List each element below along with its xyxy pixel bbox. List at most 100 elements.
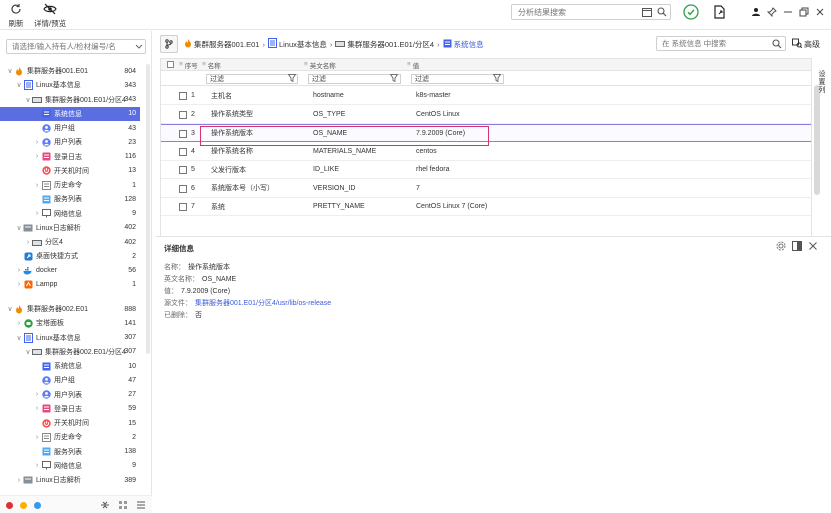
- row-checkbox[interactable]: [179, 110, 187, 119]
- chevron-down-icon[interactable]: ∨: [6, 305, 14, 313]
- close-icon[interactable]: [812, 4, 828, 20]
- breadcrumb-item-partition[interactable]: 集群服务器001.E01/分区4: [347, 39, 434, 50]
- row-checkbox[interactable]: [179, 184, 187, 193]
- close-icon[interactable]: [808, 241, 818, 253]
- refresh-button[interactable]: 刷新: [8, 2, 24, 29]
- tree-item[interactable]: 系统信息 10: [0, 359, 140, 373]
- chevron-right-icon[interactable]: ›: [33, 153, 41, 160]
- tree-item[interactable]: 开关机时间 15: [0, 416, 140, 430]
- chevron-down-icon[interactable]: ∨: [6, 67, 14, 75]
- column-header-index[interactable]: ≡ 序号: [179, 59, 198, 70]
- row-checkbox[interactable]: [179, 166, 187, 174]
- chevron-down-icon[interactable]: ∨: [15, 334, 23, 342]
- chevron-down-icon[interactable]: ∨: [24, 96, 32, 104]
- column-header-en-name[interactable]: ≡ 英文名称: [304, 59, 336, 70]
- tree-item[interactable]: › 用户列表 27: [0, 388, 140, 402]
- tree-item[interactable]: › 用户列表 23: [0, 135, 140, 149]
- minimize-icon[interactable]: [780, 4, 796, 20]
- filter-value[interactable]: 过滤: [411, 74, 504, 84]
- list-view-icon[interactable]: [136, 500, 146, 512]
- filter-en-name[interactable]: 过滤: [308, 74, 401, 84]
- global-search-input[interactable]: [512, 5, 632, 19]
- export-icon[interactable]: [712, 4, 728, 20]
- chevron-right-icon[interactable]: ›: [33, 405, 41, 412]
- chevron-right-icon[interactable]: ›: [15, 320, 23, 327]
- tree-item[interactable]: ∨ Linux基本信息 343: [0, 78, 140, 92]
- chevron-down-icon[interactable]: ∨: [15, 81, 23, 89]
- red-dot-icon[interactable]: [6, 502, 13, 509]
- tree-item[interactable]: › 历史命令 1: [0, 178, 140, 192]
- table-row[interactable]: 7 系统 PRETTY_NAME CentOS Linux 7 (Core): [161, 198, 811, 216]
- select-all-checkbox[interactable]: [167, 59, 174, 70]
- grid-view-icon[interactable]: [118, 500, 128, 512]
- tree-item[interactable]: › 登录日志 116: [0, 150, 140, 164]
- tree-item[interactable]: 服务列表 138: [0, 445, 140, 459]
- chevron-down-icon[interactable]: ∨: [24, 348, 32, 356]
- tree-item[interactable]: ∨ 集群服务器002.E01 888: [0, 302, 140, 316]
- tree-item[interactable]: 开关机时间 13: [0, 164, 140, 178]
- tree-item[interactable]: ∨ Linux基本信息 307: [0, 331, 140, 345]
- column-header-name[interactable]: ≡ 名称: [202, 59, 221, 70]
- calendar-icon[interactable]: [642, 7, 653, 18]
- branch-icon[interactable]: [160, 35, 178, 53]
- filter-icon[interactable]: [389, 74, 399, 84]
- chevron-right-icon[interactable]: ›: [33, 139, 41, 146]
- tree-item[interactable]: 用户组 43: [0, 121, 140, 135]
- chevron-right-icon[interactable]: ›: [15, 477, 23, 484]
- column-header-value[interactable]: ≡ 值: [407, 59, 419, 70]
- collapse-icon[interactable]: [100, 500, 110, 512]
- table-search[interactable]: [656, 36, 786, 51]
- tree-item[interactable]: › 网络信息 9: [0, 459, 140, 473]
- tree-item[interactable]: 桌面快捷方式 2: [0, 249, 140, 263]
- search-icon[interactable]: [657, 7, 668, 18]
- search-icon[interactable]: [772, 39, 782, 51]
- sidebar-search[interactable]: [6, 39, 146, 54]
- tree-item[interactable]: › 网络信息 9: [0, 207, 140, 221]
- table-row[interactable]: 3 操作系统版本 OS_NAME 7.9.2009 (Core): [161, 124, 811, 142]
- yellow-dot-icon[interactable]: [20, 502, 27, 509]
- chevron-down-icon[interactable]: ∨: [15, 224, 23, 232]
- row-checkbox[interactable]: [179, 130, 187, 138]
- table-row[interactable]: 6 系统版本号（小写） VERSION_ID 7: [161, 180, 811, 198]
- filter-icon[interactable]: [287, 74, 297, 84]
- chevron-right-icon[interactable]: ›: [33, 462, 41, 469]
- tree-item[interactable]: › 登录日志 59: [0, 402, 140, 416]
- pin-icon[interactable]: [764, 4, 780, 20]
- table-row[interactable]: 5 父发行版本 ID_LIKE rhel fedora: [161, 161, 811, 179]
- row-checkbox[interactable]: [179, 92, 187, 100]
- chevron-right-icon[interactable]: ›: [33, 391, 41, 398]
- tree-item[interactable]: › 宝塔面板 141: [0, 316, 140, 330]
- tree-item[interactable]: › 分区4 402: [0, 235, 140, 249]
- tree-item[interactable]: 服务列表 128: [0, 192, 140, 206]
- chevron-right-icon[interactable]: ›: [33, 434, 41, 441]
- chevron-right-icon[interactable]: ›: [33, 182, 41, 189]
- table-search-input[interactable]: [657, 37, 765, 50]
- chevron-down-icon[interactable]: [135, 42, 143, 52]
- sidebar-search-input[interactable]: [7, 40, 127, 53]
- table-row[interactable]: 2 操作系统类型 OS_TYPE CentOS Linux: [161, 106, 811, 124]
- chevron-right-icon[interactable]: ›: [24, 239, 32, 246]
- blue-dot-icon[interactable]: [34, 502, 41, 509]
- breadcrumb-item-current[interactable]: 系统信息: [454, 39, 484, 50]
- breadcrumb-item-linux-info[interactable]: Linux基本信息: [279, 39, 327, 50]
- tree-item[interactable]: › 历史命令 2: [0, 430, 140, 444]
- tree-item[interactable]: ∨ 集群服务器001.E01 804: [0, 64, 140, 78]
- tree-item[interactable]: 系统信息 10: [0, 106, 140, 121]
- filter-name[interactable]: 过滤: [206, 74, 298, 84]
- filter-icon[interactable]: [492, 74, 502, 84]
- tree-item[interactable]: 用户组 47: [0, 373, 140, 387]
- chevron-right-icon[interactable]: ›: [15, 267, 23, 274]
- split-panel-icon[interactable]: [792, 241, 802, 253]
- chevron-right-icon[interactable]: ›: [33, 210, 41, 217]
- row-checkbox[interactable]: [179, 147, 187, 156]
- gear-icon[interactable]: [776, 241, 786, 253]
- table-row[interactable]: 4 操作系统名称 MATERIALS_NAME centos: [161, 143, 811, 161]
- source-file-link[interactable]: 集群服务器001.E01/分区4/usr/lib/os-release: [195, 298, 331, 308]
- column-settings-tab[interactable]: 设 置 列: [816, 71, 828, 111]
- check-circle-icon[interactable]: [683, 4, 699, 20]
- table-row[interactable]: 1 主机名 hostname k8s-master: [161, 87, 811, 105]
- tree-item[interactable]: ∨ 集群服务器001.E01/分区4 343: [0, 93, 140, 107]
- user-icon[interactable]: [748, 4, 764, 20]
- detail-preview-button[interactable]: 详情/预览: [34, 2, 66, 29]
- chevron-right-icon[interactable]: ›: [15, 281, 23, 288]
